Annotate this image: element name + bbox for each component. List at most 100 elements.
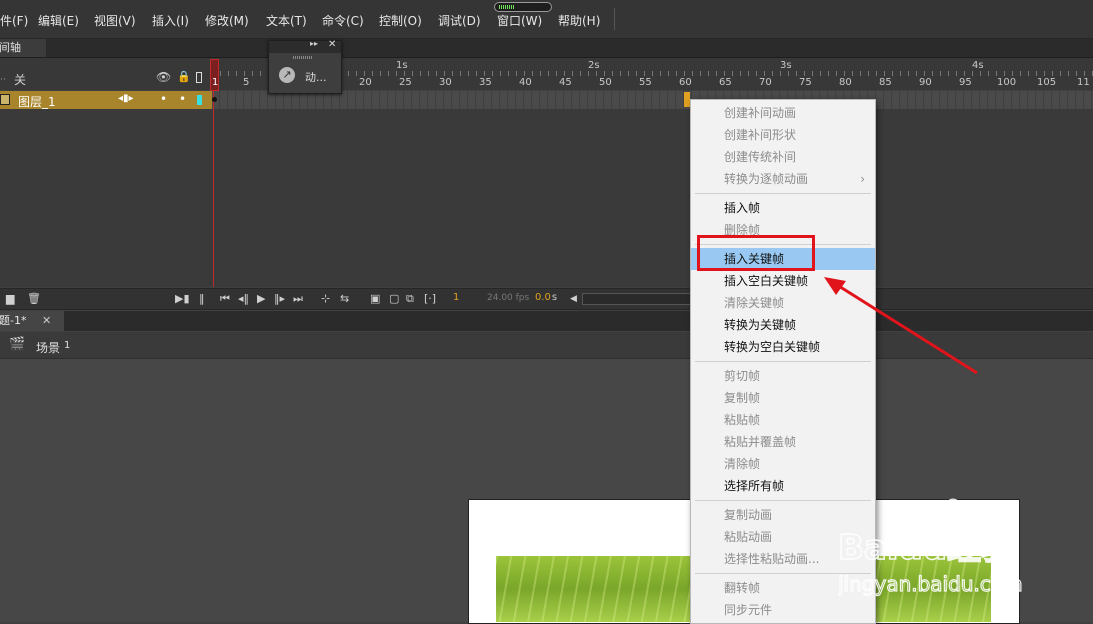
onion-skin-toggle-icon[interactable]: ▣ [370, 292, 380, 305]
frame-number-label: 45 [559, 77, 572, 88]
visible-dot-icon[interactable]: • [160, 92, 167, 106]
ruler-ticks [212, 71, 1093, 76]
menu-item[interactable]: 选择所有帧 [691, 475, 875, 497]
timeline-tabbar [0, 39, 1093, 58]
panel-titlebar[interactable]: ▸▸ ✕ [269, 39, 341, 53]
play-icon[interactable]: ▶ [257, 292, 265, 305]
menu-text[interactable]: 文本(T) [266, 12, 307, 29]
frame-number-label: 100 [997, 77, 1017, 88]
onion-outline-icon[interactable]: ▢ [389, 292, 399, 305]
menu-modify[interactable]: 修改(M) [205, 12, 249, 29]
menu-item[interactable]: 创建补间动画 [691, 102, 875, 124]
menu-item-label: 剪切帧 [724, 369, 761, 383]
annotation-arrow [824, 277, 978, 375]
frames-area[interactable] [212, 109, 1093, 287]
timeline-scrollbar[interactable] [582, 293, 694, 305]
menu-item[interactable]: 复制帧 [691, 387, 875, 409]
scroll-left-icon[interactable]: ◀ [570, 294, 577, 304]
motion-editor-icon[interactable]: ↗ [279, 67, 295, 83]
timeline-tab[interactable]: 时间轴 [0, 39, 46, 57]
frame-number-label: 60 [679, 77, 692, 88]
close-icon[interactable]: ✕ [328, 39, 336, 50]
annotation-highlight-box [697, 235, 815, 271]
frame-number-label: 65 [719, 77, 732, 88]
camera-icon[interactable]: ▶▮ [175, 292, 190, 305]
frame-number-label: 40 [519, 77, 532, 88]
loop-icon[interactable]: ⇆ [340, 292, 349, 305]
chevron-right-icon: › [860, 172, 865, 186]
step-back-icon[interactable]: ◂‖ [238, 292, 249, 305]
collapse-icon[interactable]: ▸▸ [310, 39, 318, 48]
document-tab[interactable]: 标题-1* ✕ [0, 311, 64, 331]
current-frame-readout[interactable]: 1 [453, 292, 459, 303]
layers-menu-icon[interactable]: ᆢ [0, 71, 8, 87]
seconds-label: 3s [780, 60, 792, 71]
current-frame-label: 1 [212, 77, 219, 88]
delete-icon[interactable]: 🗑 [27, 292, 41, 305]
menu-item-label: 翻转帧 [724, 581, 761, 595]
frame-number-label: 95 [959, 77, 972, 88]
motion-panel-label[interactable]: 动... [305, 69, 327, 85]
menu-item[interactable]: 清除帧 [691, 453, 875, 475]
center-frame-icon[interactable]: ⊹ [321, 292, 330, 305]
last-frame-icon[interactable]: ⏭ [293, 292, 303, 306]
edit-multiple-icon[interactable]: ⧉ [406, 292, 414, 306]
layer-icon [0, 94, 10, 105]
menu-item[interactable]: 创建传统补间 [691, 146, 875, 168]
menu-item[interactable]: 转换为逐帧动画 › [691, 168, 875, 190]
frame-number-label: 20 [359, 77, 372, 88]
frame-number-label: 55 [639, 77, 652, 88]
gripper-icon[interactable] [293, 56, 313, 59]
frame-number-label: 90 [919, 77, 932, 88]
menu-view[interactable]: 视图(V) [94, 12, 136, 29]
time-readout[interactable]: 0.0s [535, 292, 557, 303]
playhead-line [213, 91, 214, 287]
onion-markers-icon[interactable]: [·] [424, 292, 436, 305]
menu-edit[interactable]: 编辑(E) [38, 12, 79, 29]
layer-color-swatch[interactable] [197, 95, 202, 105]
menu-item[interactable]: 创建补间形状 [691, 124, 875, 146]
time-unit: s [551, 292, 558, 303]
menu-window[interactable]: 窗口(W) [497, 12, 542, 29]
menu-item-label: 创建补间形状 [724, 128, 797, 142]
first-frame-icon[interactable]: ⏮ [220, 292, 230, 306]
close-icon[interactable]: ✕ [42, 311, 51, 331]
layer-frames[interactable] [212, 91, 1093, 109]
separator-icon: ‖ [199, 292, 205, 305]
layer-row[interactable]: 图层_1 ◂▮▸ • • [0, 91, 212, 109]
frame-ruler[interactable]: 1510152025303540455055606570758085909510… [212, 58, 1093, 90]
onion-skin-icon[interactable]: ◂▮▸ [118, 93, 134, 104]
frame-number-label: 5 [243, 77, 250, 88]
menu-item-label: 转换为空白关键帧 [724, 340, 821, 354]
lock-icon[interactable]: 🔒 [177, 70, 191, 83]
eye-icon[interactable]: 👁 [156, 70, 171, 84]
menu-item[interactable]: 插入帧 [691, 197, 875, 219]
menu-file[interactable]: 件(F) [0, 12, 28, 29]
menu-commands[interactable]: 命令(C) [322, 12, 364, 29]
frame-number-label: 25 [399, 77, 412, 88]
menu-help[interactable]: 帮助(H) [558, 12, 600, 29]
new-folder-icon[interactable]: ▆ [6, 292, 14, 305]
menu-debug[interactable]: 调试(D) [438, 12, 481, 29]
scene-label[interactable]: 场景 [36, 339, 60, 356]
menu-item[interactable]: 粘贴帧 [691, 409, 875, 431]
menu-item-label: 同步元件 [724, 603, 773, 617]
frame-number-label: 30 [439, 77, 452, 88]
menu-insert[interactable]: 插入(I) [152, 12, 189, 29]
menu-item[interactable]: 粘贴并覆盖帧 [691, 431, 875, 453]
menu-item-label: 粘贴并覆盖帧 [724, 435, 797, 449]
fps-readout[interactable]: 24.00 fps [487, 293, 529, 303]
menu-item-label: 转换为关键帧 [724, 318, 797, 332]
lock-dot-icon[interactable]: • [179, 92, 186, 106]
step-forward-icon[interactable]: ‖▸ [274, 292, 285, 305]
watermark-url: jingyan.baidu.com [838, 572, 1023, 596]
menu-control[interactable]: 控制(O) [379, 12, 422, 29]
document-tab-label: 标题-1* [0, 314, 27, 327]
frame-number-label: 75 [799, 77, 812, 88]
menu-item-label: 清除帧 [724, 457, 761, 471]
playhead[interactable]: 1 [210, 59, 219, 91]
menu-item-label: 清除关键帧 [724, 296, 785, 310]
outline-icon[interactable] [196, 72, 202, 83]
frame-number-label: 11 [1077, 77, 1090, 88]
layer-name[interactable]: 图层_1 [18, 93, 56, 110]
